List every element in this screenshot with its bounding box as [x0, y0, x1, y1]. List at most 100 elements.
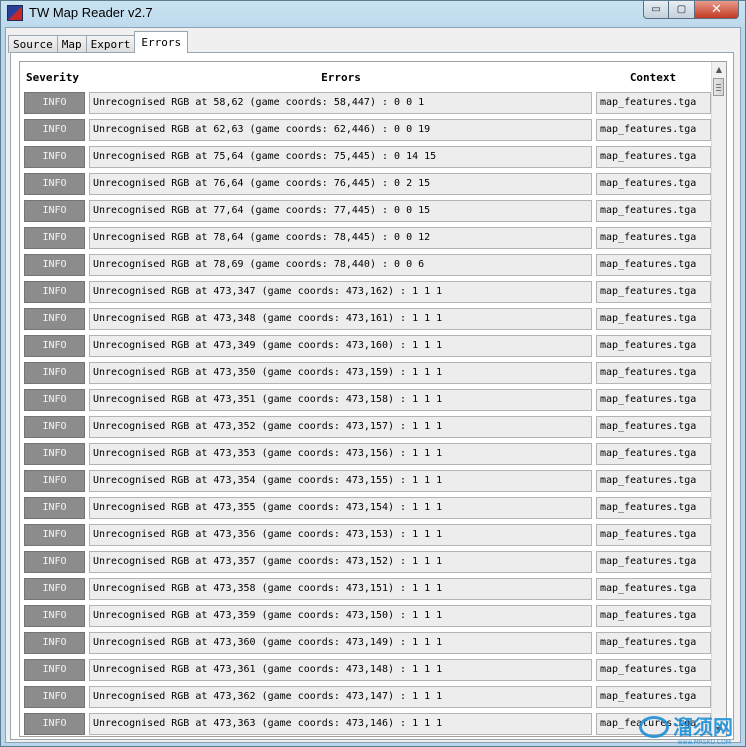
severity-badge: INFO: [24, 389, 85, 411]
error-row[interactable]: INFO Unrecognised RGB at 473,348 (game co…: [20, 306, 720, 333]
severity-badge: INFO: [24, 497, 85, 519]
error-message: Unrecognised RGB at 473,348 (game coords…: [89, 308, 592, 330]
error-row[interactable]: INFO Unrecognised RGB at 473,353 (game co…: [20, 441, 720, 468]
error-context: map_features.tga: [596, 470, 711, 492]
severity-badge: INFO: [24, 470, 85, 492]
error-message: Unrecognised RGB at 473,350 (game coords…: [89, 362, 592, 384]
error-row[interactable]: INFO Unrecognised RGB at 473,354 (game co…: [20, 468, 720, 495]
error-message: Unrecognised RGB at 473,358 (game coords…: [89, 578, 592, 600]
severity-badge: INFO: [24, 443, 85, 465]
error-message: Unrecognised RGB at 76,64 (game coords: …: [89, 173, 592, 195]
error-row[interactable]: INFO Unrecognised RGB at 473,347 (game co…: [20, 279, 720, 306]
close-icon: ✕: [711, 2, 722, 17]
error-row[interactable]: INFO Unrecognised RGB at 473,356 (game co…: [20, 522, 720, 549]
severity-badge: INFO: [24, 119, 85, 141]
error-message: Unrecognised RGB at 58,62 (game coords: …: [89, 92, 592, 114]
error-row[interactable]: INFO Unrecognised RGB at 58,62 (game coor…: [20, 90, 720, 117]
tab-source[interactable]: Source: [8, 35, 58, 53]
error-row[interactable]: INFO Unrecognised RGB at 76,64 (game coor…: [20, 171, 720, 198]
error-message: Unrecognised RGB at 473,351 (game coords…: [89, 389, 592, 411]
error-row[interactable]: INFO Unrecognised RGB at 473,362 (game co…: [20, 684, 720, 711]
minimize-button[interactable]: ▭: [643, 1, 669, 19]
error-context: map_features.tga: [596, 281, 711, 303]
severity-badge: INFO: [24, 200, 85, 222]
error-row[interactable]: INFO Unrecognised RGB at 473,355 (game co…: [20, 495, 720, 522]
minimize-icon: ▭: [651, 4, 661, 15]
error-context: map_features.tga: [596, 362, 711, 384]
error-message: Unrecognised RGB at 473,353 (game coords…: [89, 443, 592, 465]
maximize-button[interactable]: ▢: [669, 1, 695, 19]
error-message: Unrecognised RGB at 473,357 (game coords…: [89, 551, 592, 573]
severity-badge: INFO: [24, 659, 85, 681]
error-message: Unrecognised RGB at 473,356 (game coords…: [89, 524, 592, 546]
error-context: map_features.tga: [596, 578, 711, 600]
error-context: map_features.tga: [596, 254, 711, 276]
error-rows: INFO Unrecognised RGB at 58,62 (game coor…: [20, 90, 720, 736]
context-column-header[interactable]: Context: [596, 71, 710, 84]
error-row[interactable]: INFO Unrecognised RGB at 473,350 (game co…: [20, 360, 720, 387]
error-row[interactable]: INFO Unrecognised RGB at 473,357 (game co…: [20, 549, 720, 576]
severity-badge: INFO: [24, 146, 85, 168]
error-message: Unrecognised RGB at 473,347 (game coords…: [89, 281, 592, 303]
vertical-scrollbar[interactable]: ▲ ▼: [711, 62, 726, 736]
errors-panel: Severity Errors Context INFO Unrecognised…: [10, 52, 734, 740]
error-context: map_features.tga: [596, 416, 711, 438]
error-row[interactable]: INFO Unrecognised RGB at 473,349 (game co…: [20, 333, 720, 360]
severity-badge: INFO: [24, 605, 85, 627]
error-context: map_features.tga: [596, 443, 711, 465]
error-message: Unrecognised RGB at 473,361 (game coords…: [89, 659, 592, 681]
error-row[interactable]: INFO Unrecognised RGB at 62,63 (game coor…: [20, 117, 720, 144]
tab-errors[interactable]: Errors: [134, 31, 189, 53]
site-watermark: 溜须网 www.MRSKU.COM: [639, 715, 733, 746]
app-icon: [7, 5, 23, 21]
error-row[interactable]: INFO Unrecognised RGB at 473,361 (game co…: [20, 657, 720, 684]
error-context: map_features.tga: [596, 524, 711, 546]
watermark-logo-icon: [639, 716, 669, 738]
error-message: Unrecognised RGB at 473,355 (game coords…: [89, 497, 592, 519]
error-context: map_features.tga: [596, 497, 711, 519]
error-message: Unrecognised RGB at 473,349 (game coords…: [89, 335, 592, 357]
error-message: Unrecognised RGB at 78,64 (game coords: …: [89, 227, 592, 249]
watermark-text: 溜须网: [673, 715, 733, 739]
error-context: map_features.tga: [596, 389, 711, 411]
error-context: map_features.tga: [596, 308, 711, 330]
severity-badge: INFO: [24, 281, 85, 303]
window-controls: ▭ ▢ ✕: [643, 1, 739, 19]
error-row[interactable]: INFO Unrecognised RGB at 473,351 (game co…: [20, 387, 720, 414]
severity-badge: INFO: [24, 416, 85, 438]
error-message: Unrecognised RGB at 75,64 (game coords: …: [89, 146, 592, 168]
error-message: Unrecognised RGB at 473,360 (game coords…: [89, 632, 592, 654]
title-bar[interactable]: TW Map Reader v2.7 ▭ ▢ ✕: [1, 1, 745, 27]
error-row[interactable]: INFO Unrecognised RGB at 77,64 (game coor…: [20, 198, 720, 225]
error-row[interactable]: INFO Unrecognised RGB at 473,352 (game co…: [20, 414, 720, 441]
errors-list[interactable]: Severity Errors Context INFO Unrecognised…: [19, 61, 727, 737]
error-context: map_features.tga: [596, 686, 711, 708]
severity-badge: INFO: [24, 524, 85, 546]
close-button[interactable]: ✕: [695, 1, 739, 19]
errors-column-header[interactable]: Errors: [90, 71, 592, 84]
tab-export[interactable]: Export: [85, 35, 136, 53]
severity-badge: INFO: [24, 578, 85, 600]
severity-column-header[interactable]: Severity: [26, 71, 79, 84]
error-row[interactable]: INFO Unrecognised RGB at 473,363 (game co…: [20, 711, 720, 736]
severity-badge: INFO: [24, 686, 85, 708]
error-row[interactable]: INFO Unrecognised RGB at 78,69 (game coor…: [20, 252, 720, 279]
severity-badge: INFO: [24, 713, 85, 735]
scroll-up-button[interactable]: ▲: [712, 62, 726, 76]
maximize-icon: ▢: [676, 4, 687, 15]
tab-map[interactable]: Map: [56, 35, 87, 53]
severity-badge: INFO: [24, 308, 85, 330]
severity-badge: INFO: [24, 92, 85, 114]
error-row[interactable]: INFO Unrecognised RGB at 78,64 (game coor…: [20, 225, 720, 252]
error-row[interactable]: INFO Unrecognised RGB at 473,360 (game co…: [20, 630, 720, 657]
error-context: map_features.tga: [596, 92, 711, 114]
error-row[interactable]: INFO Unrecognised RGB at 473,359 (game co…: [20, 603, 720, 630]
error-row[interactable]: INFO Unrecognised RGB at 473,358 (game co…: [20, 576, 720, 603]
error-message: Unrecognised RGB at 473,359 (game coords…: [89, 605, 592, 627]
error-context: map_features.tga: [596, 605, 711, 627]
scroll-thumb[interactable]: [713, 78, 724, 96]
error-row[interactable]: INFO Unrecognised RGB at 75,64 (game coor…: [20, 144, 720, 171]
app-window: TW Map Reader v2.7 ▭ ▢ ✕ Source Map Expo…: [0, 0, 746, 747]
watermark-subtext: www.MRSKU.COM: [677, 739, 731, 746]
error-context: map_features.tga: [596, 146, 711, 168]
